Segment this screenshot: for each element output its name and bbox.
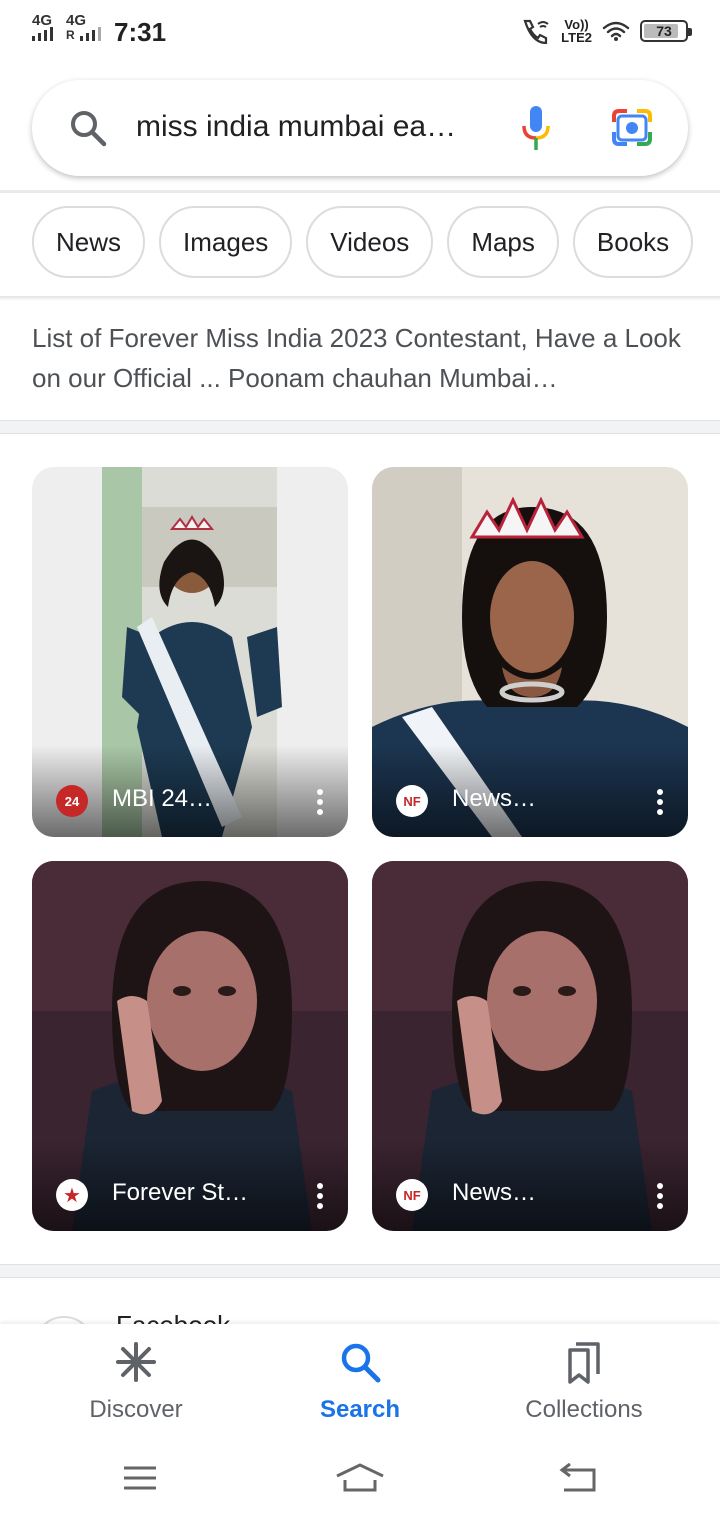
source-logo-icon: 24 xyxy=(56,785,88,817)
source-logo-icon: ★ xyxy=(56,1179,88,1211)
network-type-label: 4G xyxy=(66,12,87,29)
search-icon xyxy=(341,1343,381,1383)
clock: 7:31 xyxy=(114,17,167,47)
section-separator xyxy=(0,1264,720,1278)
wifi-icon xyxy=(602,21,630,41)
nav-collections[interactable]: Collections xyxy=(484,1340,684,1424)
search-input[interactable]: miss india mumbai ea… xyxy=(136,110,476,144)
volte-indicator: Vo)) LTE2 xyxy=(561,18,592,44)
nav-search-label: Search xyxy=(319,1396,401,1423)
more-options-icon[interactable] xyxy=(656,789,664,815)
signal-bars-icon xyxy=(32,27,53,41)
chip-videos[interactable]: Videos xyxy=(306,206,434,278)
menu-icon[interactable] xyxy=(122,1462,158,1494)
signal-sim1: 4G xyxy=(32,12,54,41)
chip-books[interactable]: Books xyxy=(572,206,694,278)
chips-divider xyxy=(0,296,720,301)
system-navigation-bar xyxy=(0,1444,720,1520)
status-icons: Vo)) LTE2 73 xyxy=(521,18,692,44)
signal-sim2: 4G R xyxy=(66,12,106,41)
status-bar: 4G 4G R 7:31 Vo)) LTE2 73 xyxy=(0,0,720,64)
result-snippet[interactable]: List of Forever Miss India 2023 Contesta… xyxy=(32,318,692,398)
chip-images[interactable]: Images xyxy=(159,206,293,278)
more-options-icon[interactable] xyxy=(316,1183,324,1209)
battery-indicator: 73 xyxy=(640,20,692,42)
source-name: Forever St… xyxy=(112,1179,249,1206)
source-name: News… xyxy=(452,785,537,812)
more-options-icon[interactable] xyxy=(316,789,324,815)
discover-asterisk-icon xyxy=(116,1342,156,1382)
search-icon[interactable] xyxy=(68,108,108,148)
source-logo-icon: NF xyxy=(396,1179,428,1211)
search-filter-chips: News Images Videos Maps Books xyxy=(32,206,694,278)
voice-search-mic-icon[interactable] xyxy=(518,104,554,152)
signal-bars-icon: R xyxy=(66,27,101,41)
image-result-card[interactable]: NF News… xyxy=(372,467,688,837)
battery-level: 73 xyxy=(656,23,672,39)
search-bar[interactable]: miss india mumbai ea… xyxy=(32,80,688,176)
nav-discover-label: Discover xyxy=(89,1396,183,1423)
source-name: News… xyxy=(452,1179,537,1206)
chip-maps[interactable]: Maps xyxy=(447,206,559,278)
nav-discover[interactable]: Discover xyxy=(36,1340,236,1424)
section-separator xyxy=(0,420,720,434)
wifi-calling-icon xyxy=(523,19,549,44)
source-name: MBI 24… xyxy=(112,785,213,812)
image-result-card[interactable]: NF News… xyxy=(372,861,688,1231)
network-type-label: 4G xyxy=(32,12,53,29)
more-options-icon[interactable] xyxy=(656,1183,664,1209)
volte-bottom-label: LTE2 xyxy=(561,30,592,45)
image-result-card[interactable]: ★ Forever St… xyxy=(32,861,348,1231)
nav-collections-label: Collections xyxy=(525,1396,643,1423)
chip-news[interactable]: News xyxy=(32,206,146,278)
image-result-card[interactable]: 24 MBI 24… xyxy=(32,467,348,837)
google-lens-camera-icon[interactable] xyxy=(610,108,654,148)
back-icon[interactable] xyxy=(558,1462,598,1494)
bottom-navigation: Discover Search Collections xyxy=(0,1324,720,1444)
collections-bookmark-icon xyxy=(568,1342,600,1384)
source-logo-icon: NF xyxy=(396,785,428,817)
header-divider xyxy=(0,190,720,193)
nav-search[interactable]: Search xyxy=(260,1340,460,1424)
svg-text:R: R xyxy=(66,28,75,41)
home-icon[interactable] xyxy=(334,1462,386,1494)
